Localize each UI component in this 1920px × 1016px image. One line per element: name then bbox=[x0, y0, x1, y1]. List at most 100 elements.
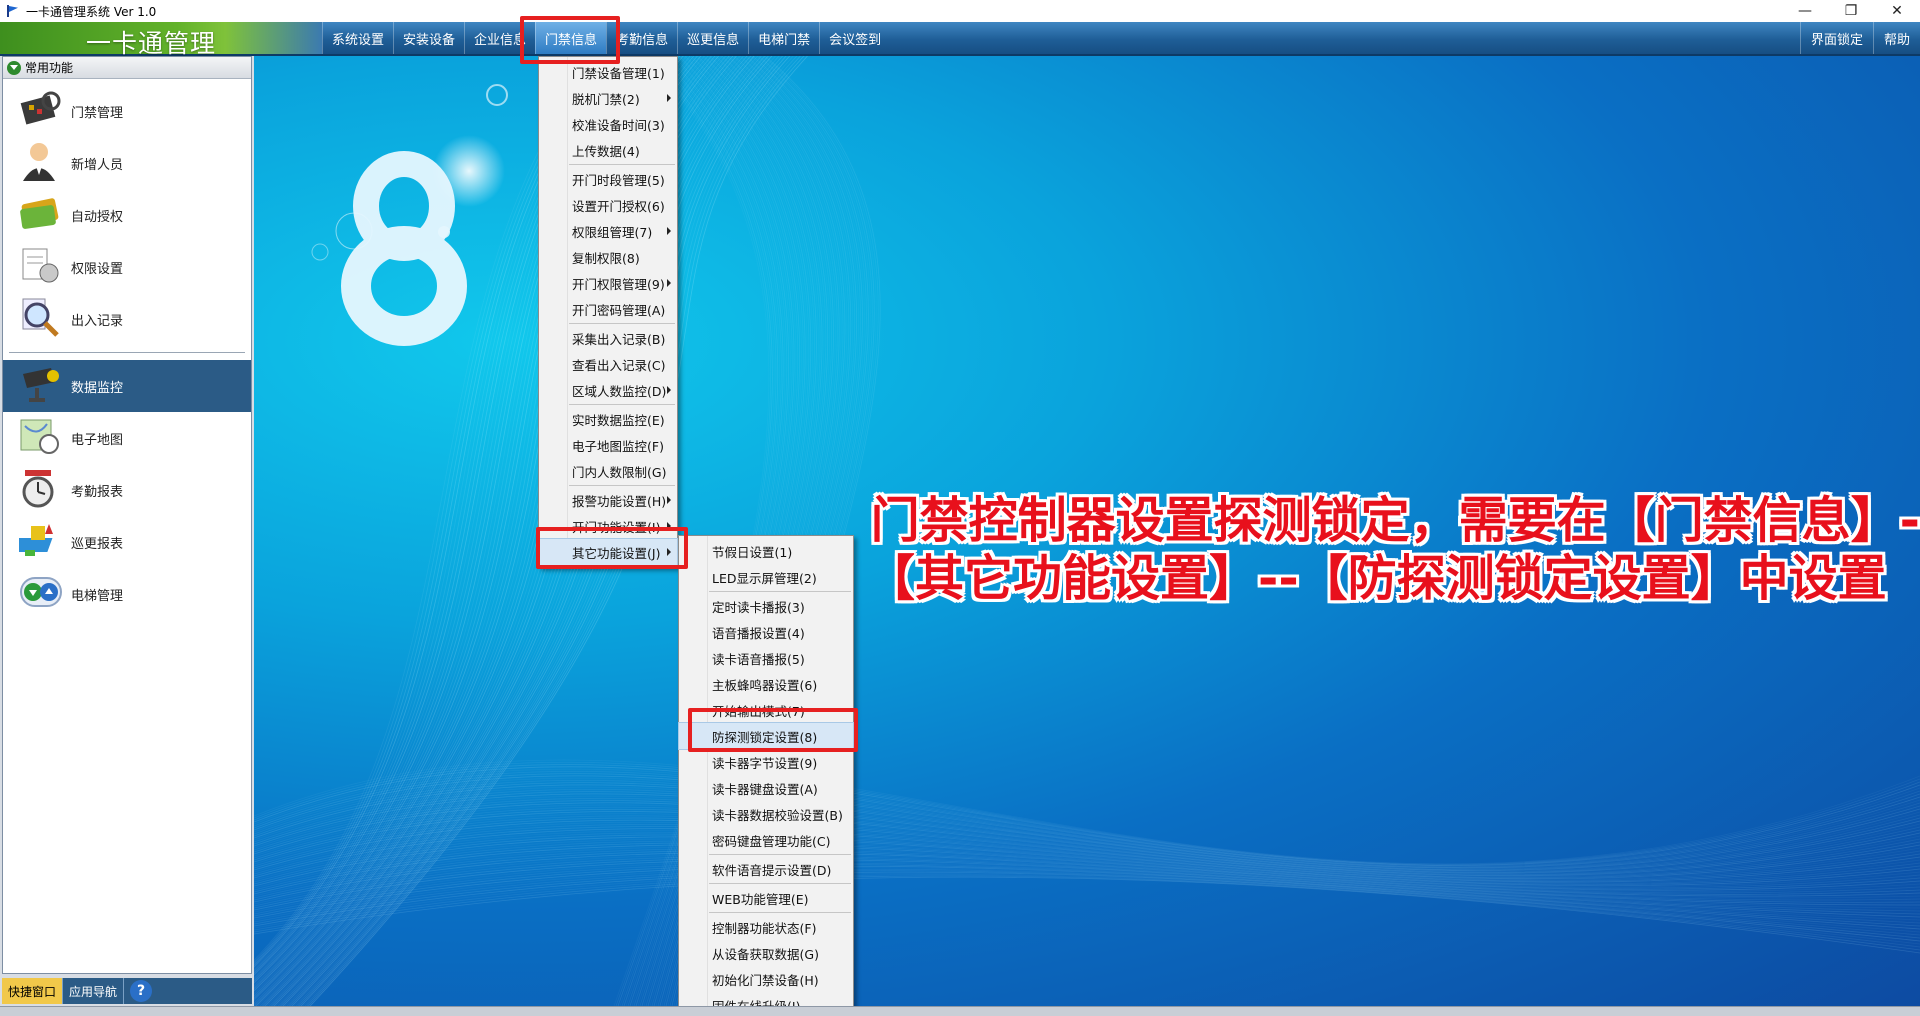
menu-item-1[interactable]: 安装设备 bbox=[393, 22, 464, 54]
submenu-arrow-icon bbox=[667, 386, 671, 394]
menu-separator bbox=[709, 854, 851, 855]
minimize-icon[interactable]: — bbox=[1782, 0, 1828, 22]
menu-option-label: 初始化门禁设备(H) bbox=[712, 972, 819, 988]
nav-item-label: 考勤报表 bbox=[71, 484, 124, 500]
nav-item-label: 数据监控 bbox=[71, 380, 124, 396]
menu-option-menu_sub-5[interactable]: 主板蜂鸣器设置(6) bbox=[679, 671, 853, 697]
menu-option-menu_sub-9[interactable]: 读卡器键盘设置(A) bbox=[679, 775, 853, 801]
menu-option-menu_main-15[interactable]: 门内人数限制(G) bbox=[539, 458, 677, 484]
menu-separator bbox=[709, 912, 851, 913]
menu-option-menu_main-5[interactable]: 设置开门授权(6) bbox=[539, 192, 677, 218]
nav-item-label: 新增人员 bbox=[71, 157, 124, 173]
menu-item-0[interactable]: 系统设置 bbox=[322, 22, 393, 54]
menu-option-menu_sub-13[interactable]: WEB功能管理(E) bbox=[679, 885, 853, 911]
menu-right-item-1[interactable]: 帮助 bbox=[1872, 22, 1920, 54]
menu-option-menu_sub-15[interactable]: 从设备获取数据(G) bbox=[679, 940, 853, 966]
menu-option-menu_main-6[interactable]: 权限组管理(7) bbox=[539, 218, 677, 244]
menu-separator bbox=[569, 164, 675, 165]
nav-item-group1-3[interactable]: 权限设置 bbox=[3, 241, 251, 293]
logo-eight-icon bbox=[341, 151, 467, 346]
menu-option-menu_sub-3[interactable]: 语音播报设置(4) bbox=[679, 619, 853, 645]
tab-quick-window[interactable]: 快捷窗口 bbox=[2, 978, 64, 1004]
nav-item-group2-0[interactable]: 数据监控 bbox=[3, 360, 251, 412]
menu-option-menu_main-13[interactable]: 实时数据监控(E) bbox=[539, 406, 677, 432]
menu-separator bbox=[709, 591, 851, 592]
menu-option-label: 上传数据(4) bbox=[572, 143, 640, 159]
menu-bar: 一卡通管理 系统设置 安装设备 企业信息 门禁信息 考勤信息 巡更信息 电梯门禁 会议签到 界… bbox=[0, 22, 1920, 58]
menu-option-label: 区域人数监控(D) bbox=[572, 383, 667, 399]
menu-option-label: 软件语音提示设置(D) bbox=[712, 862, 832, 878]
nav-item-group2-2[interactable]: 考勤报表 bbox=[3, 464, 251, 516]
menu-option-menu_main-14[interactable]: 电子地图监控(F) bbox=[539, 432, 677, 458]
menu-option-menu_sub-16[interactable]: 初始化门禁设备(H) bbox=[679, 966, 853, 992]
menu-right-item-0[interactable]: 界面锁定 bbox=[1799, 22, 1873, 54]
close-icon[interactable]: ✕ bbox=[1874, 0, 1920, 22]
quick-function-panel: 常用功能 门禁管理新增人员自动授权权限设置出入记录 数据监控电子地图考勤报表巡更… bbox=[2, 56, 252, 974]
menu-option-label: 定时读卡播报(3) bbox=[712, 599, 805, 615]
menu-option-menu_sub-2[interactable]: 定时读卡播报(3) bbox=[679, 593, 853, 619]
menu-option-menu_sub-11[interactable]: 密码键盘管理功能(C) bbox=[679, 827, 853, 853]
restore-icon[interactable]: ❐ bbox=[1828, 0, 1874, 22]
nav-item-group2-4[interactable]: 电梯管理 bbox=[3, 568, 251, 620]
nav-item-group1-4[interactable]: 出入记录 bbox=[3, 293, 251, 345]
left-panel: 常用功能 门禁管理新增人员自动授权权限设置出入记录 数据监控电子地图考勤报表巡更… bbox=[0, 56, 254, 1016]
menu-option-label: 主板蜂鸣器设置(6) bbox=[712, 677, 818, 693]
help-icon[interactable]: ? bbox=[130, 980, 153, 1002]
annotation-line-2: 【其它功能设置】--【防探测锁定设置】中设置 bbox=[866, 550, 1887, 607]
clock-icon bbox=[19, 468, 65, 512]
menu-option-menu_main-8[interactable]: 开门权限管理(9) bbox=[539, 270, 677, 296]
menu-option-menu_main-9[interactable]: 开门密码管理(A) bbox=[539, 296, 677, 322]
menu-option-menu_main-10[interactable]: 采集出入记录(B) bbox=[539, 325, 677, 351]
menu-option-label: 读卡器字节设置(9) bbox=[712, 755, 818, 771]
nav-item-label: 自动授权 bbox=[71, 209, 124, 225]
menu-item-5[interactable]: 巡更信息 bbox=[677, 22, 748, 54]
menu-option-menu_sub-10[interactable]: 读卡器数据校验设置(B) bbox=[679, 801, 853, 827]
collapse-icon[interactable] bbox=[7, 60, 21, 75]
menu-option-menu_sub-14[interactable]: 控制器功能状态(F) bbox=[679, 914, 853, 940]
menu-option-label: 采集出入记录(B) bbox=[572, 331, 666, 347]
nav-item-group1-2[interactable]: 自动授权 bbox=[3, 189, 251, 241]
menu-option-menu_main-11[interactable]: 查看出入记录(C) bbox=[539, 351, 677, 377]
menu-option-menu_sub-4[interactable]: 读卡语音播报(5) bbox=[679, 645, 853, 671]
menu-option-menu_main-3[interactable]: 上传数据(4) bbox=[539, 137, 677, 163]
menu-option-label: 查看出入记录(C) bbox=[572, 357, 666, 373]
nav-item-label: 门禁管理 bbox=[71, 105, 124, 121]
document-gear-icon bbox=[19, 245, 65, 289]
submenu-arrow-icon bbox=[667, 279, 671, 287]
menu-option-menu_main-4[interactable]: 开门时段管理(5) bbox=[539, 166, 677, 192]
menu-option-label: 脱机门禁(2) bbox=[572, 91, 640, 107]
nav-group-reports: 数据监控电子地图考勤报表巡更报表 电梯管理 bbox=[3, 360, 251, 620]
nav-item-group2-3[interactable]: 巡更报表 bbox=[3, 516, 251, 568]
panel-bottom-tabs: 快捷窗口 应用导航 ? bbox=[2, 978, 252, 1004]
panel-header[interactable]: 常用功能 bbox=[3, 57, 251, 79]
tab-app-navigation[interactable]: 应用导航 bbox=[63, 978, 125, 1004]
nav-item-group1-1[interactable]: 新增人员 bbox=[3, 137, 251, 189]
nav-item-group2-1[interactable]: 电子地图 bbox=[3, 412, 251, 464]
menu-option-menu_sub-8[interactable]: 读卡器字节设置(9) bbox=[679, 749, 853, 775]
window-controls: — ❐ ✕ bbox=[1782, 0, 1920, 22]
top-menu-right: 界面锁定 帮助 bbox=[1799, 22, 1920, 54]
menu-option-label: 读卡语音播报(5) bbox=[712, 651, 805, 667]
menu-option-menu_main-12[interactable]: 区域人数监控(D) bbox=[539, 377, 677, 403]
nav-item-group1-0[interactable]: 门禁管理 bbox=[3, 85, 251, 137]
menu-option-label: 读卡器数据校验设置(B) bbox=[712, 807, 843, 823]
menu-option-menu_sub-1[interactable]: LED显示屏管理(2) bbox=[679, 564, 853, 590]
menu-item-7[interactable]: 会议签到 bbox=[819, 22, 890, 54]
patrol-icon bbox=[11, 520, 65, 564]
menu-option-menu_main-2[interactable]: 校准设备时间(3) bbox=[539, 111, 677, 137]
menu-option-menu_sub-12[interactable]: 软件语音提示设置(D) bbox=[679, 856, 853, 882]
menu-option-menu_main-16[interactable]: 报警功能设置(H) bbox=[539, 487, 677, 513]
status-bar bbox=[0, 1006, 1920, 1016]
submenu-arrow-icon bbox=[667, 94, 671, 102]
access-info-dropdown: 门禁设备管理(1) 脱机门禁(2) 校准设备时间(3) 上传数据(4) 开门时段管理(5… bbox=[538, 56, 678, 568]
menu-option-menu_sub-0[interactable]: 节假日设置(1) bbox=[679, 538, 853, 564]
menu-separator bbox=[709, 883, 851, 884]
menu-option-menu_main-1[interactable]: 脱机门禁(2) bbox=[539, 85, 677, 111]
menu-option-menu_main-7[interactable]: 复制权限(8) bbox=[539, 244, 677, 270]
nav-item-label: 权限设置 bbox=[71, 261, 124, 277]
highlight-anti-probe-lock bbox=[688, 708, 858, 752]
menu-option-label: 门内人数限制(G) bbox=[572, 464, 667, 480]
menu-item-6[interactable]: 电梯门禁 bbox=[748, 22, 819, 54]
submenu-arrow-icon bbox=[667, 227, 671, 235]
menu-option-label: 读卡器键盘设置(A) bbox=[712, 781, 818, 797]
